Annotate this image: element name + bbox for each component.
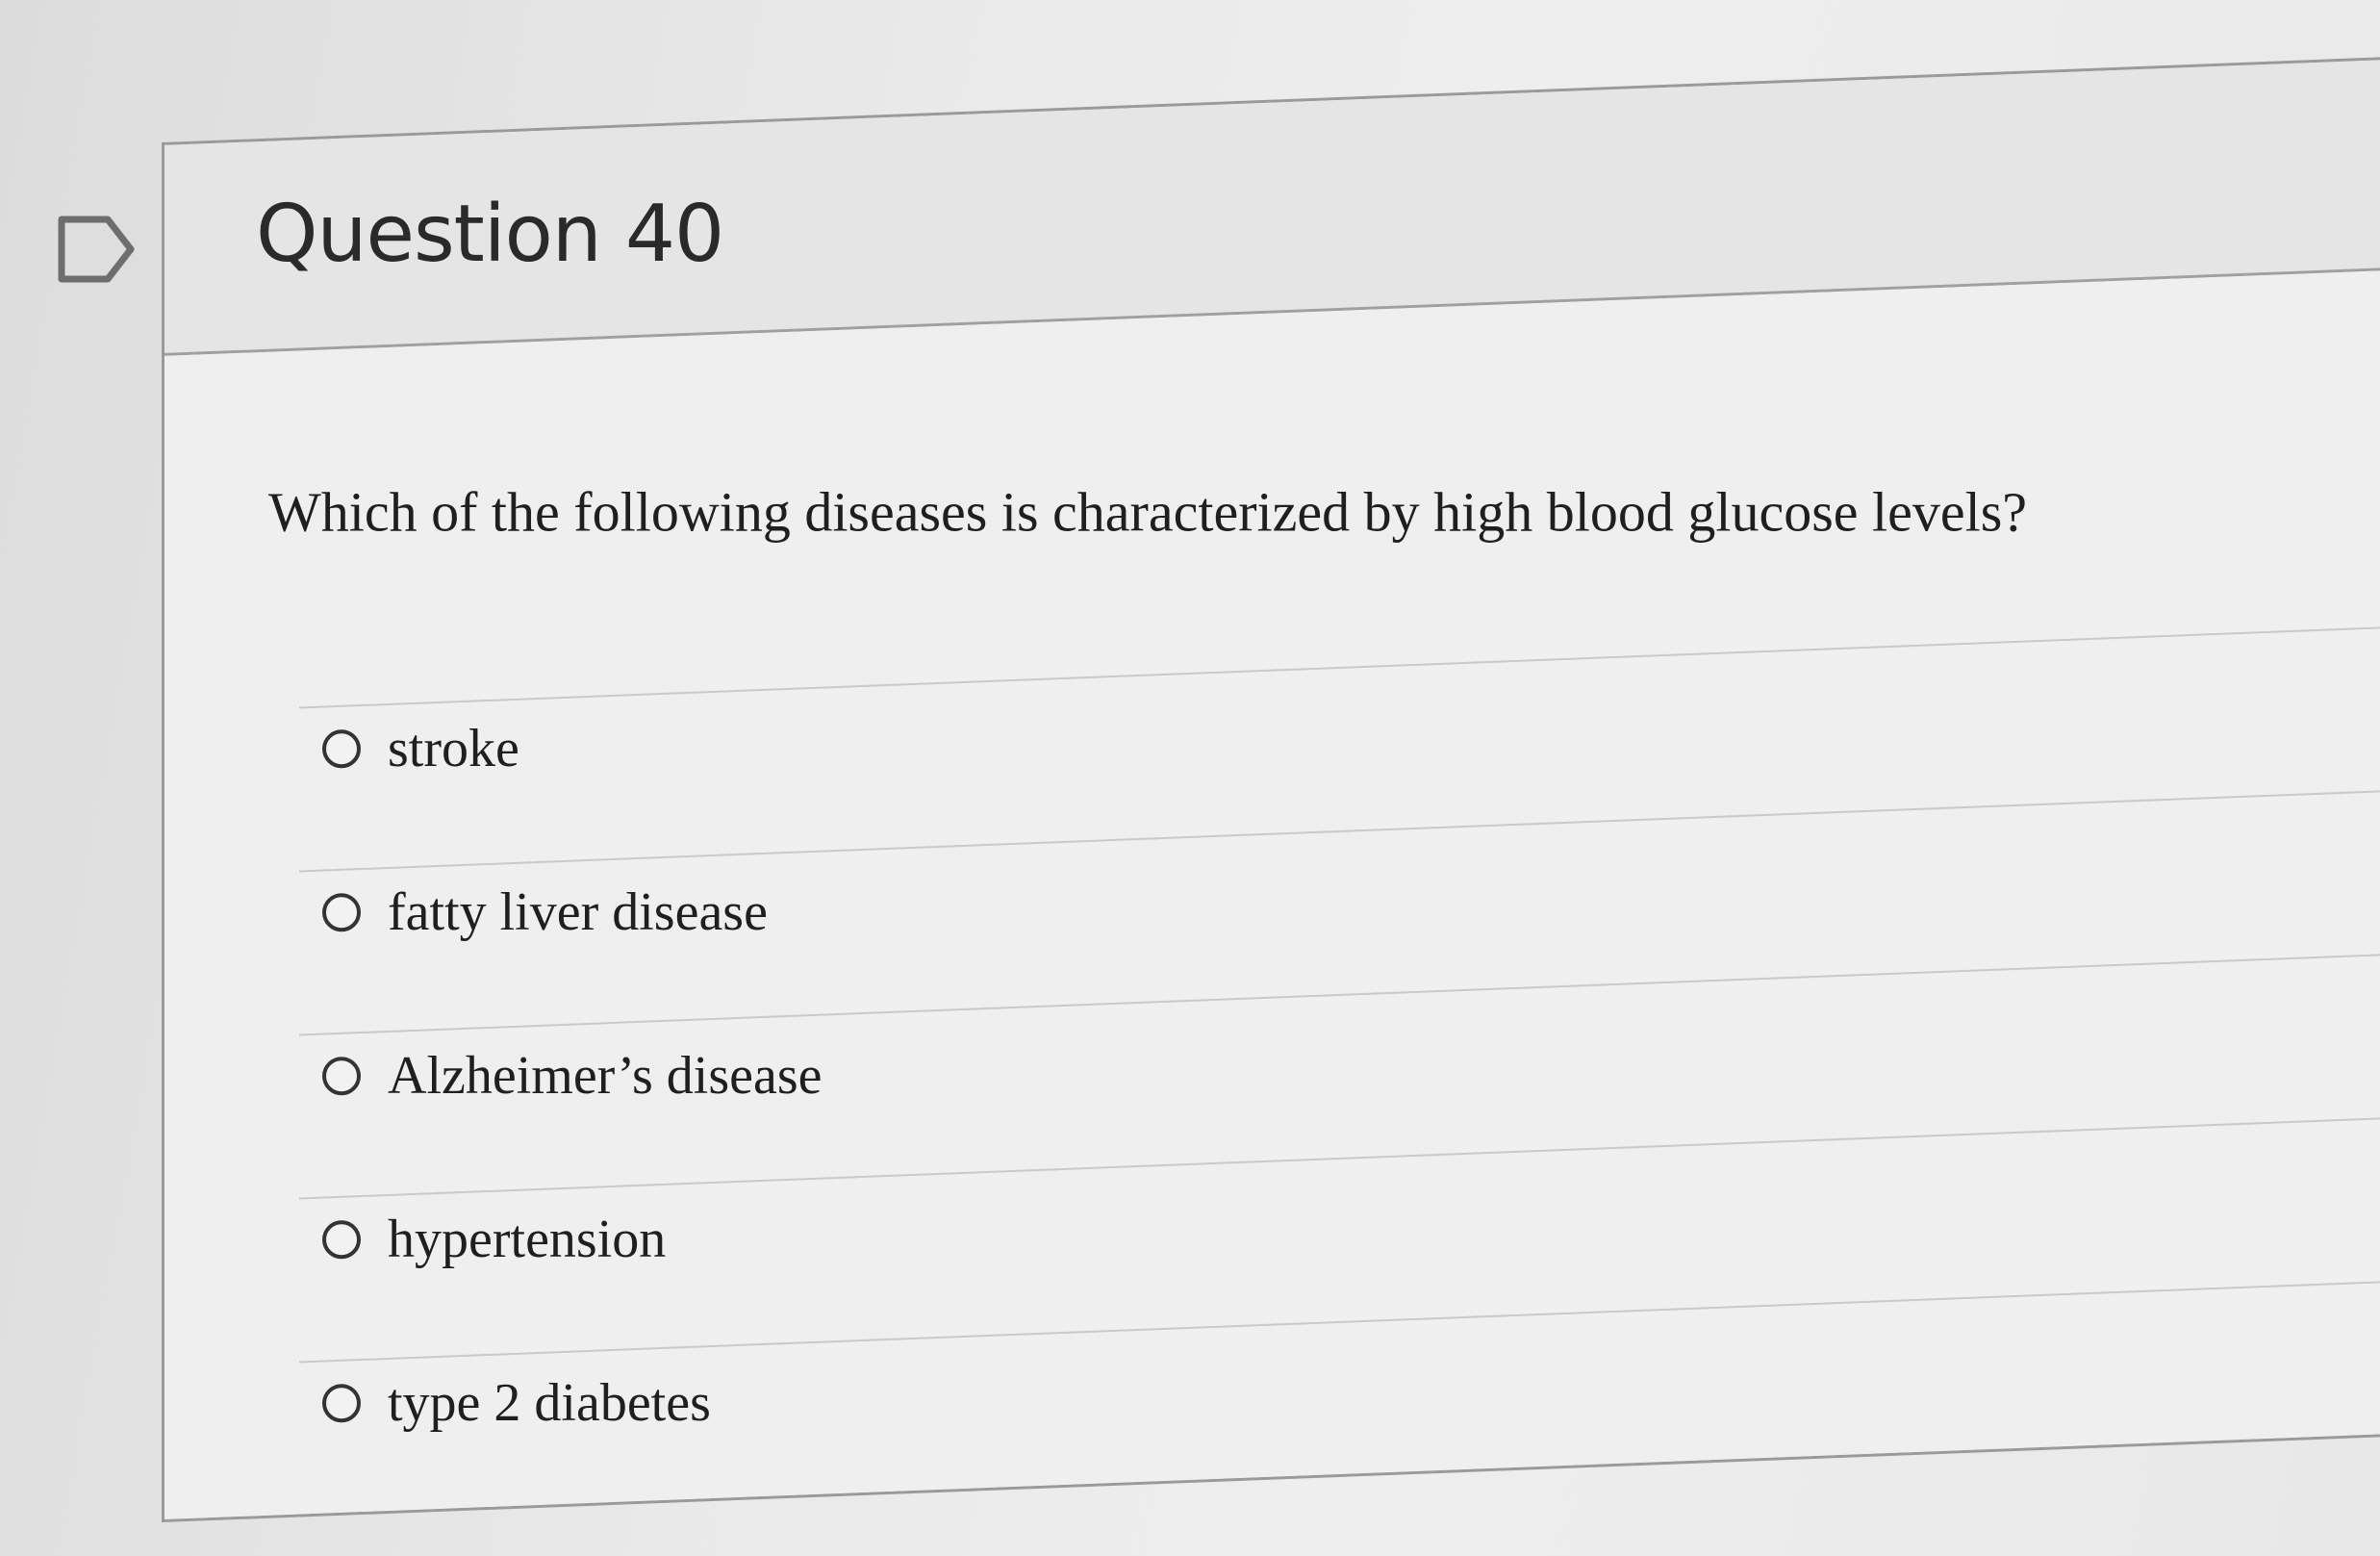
answer-option[interactable]: hypertension <box>299 1159 2380 1320</box>
answer-option[interactable]: fatty liver disease <box>299 831 2380 993</box>
answer-label[interactable]: fatty liver disease <box>388 881 768 943</box>
question-card: Question 40 Which of the following disea… <box>162 55 2380 1523</box>
answer-option[interactable]: type 2 diabetes <box>299 1322 2380 1484</box>
question-text: Which of the following diseases is chara… <box>268 480 2028 544</box>
answer-option[interactable]: stroke <box>299 668 2380 829</box>
answer-label[interactable]: type 2 diabetes <box>388 1372 711 1434</box>
question-title: Question 40 <box>256 188 724 280</box>
radio-button[interactable] <box>322 893 361 932</box>
bookmark-flag-icon[interactable] <box>56 214 137 285</box>
answer-label[interactable]: stroke <box>388 718 519 779</box>
answer-label[interactable]: hypertension <box>388 1209 666 1270</box>
radio-button[interactable] <box>322 1057 361 1096</box>
radio-button[interactable] <box>322 1220 361 1260</box>
quiz-page: Question 40 Which of the following disea… <box>0 0 2380 1556</box>
answer-label[interactable]: Alzheimer’s disease <box>388 1045 822 1107</box>
answer-list: stroke fatty liver disease Alzheimer’s d… <box>299 625 2380 1525</box>
radio-button[interactable] <box>322 1384 361 1423</box>
answer-option[interactable]: Alzheimer’s disease <box>299 995 2380 1157</box>
question-body: Which of the following diseases is chara… <box>165 268 2380 1519</box>
radio-button[interactable] <box>322 729 361 769</box>
